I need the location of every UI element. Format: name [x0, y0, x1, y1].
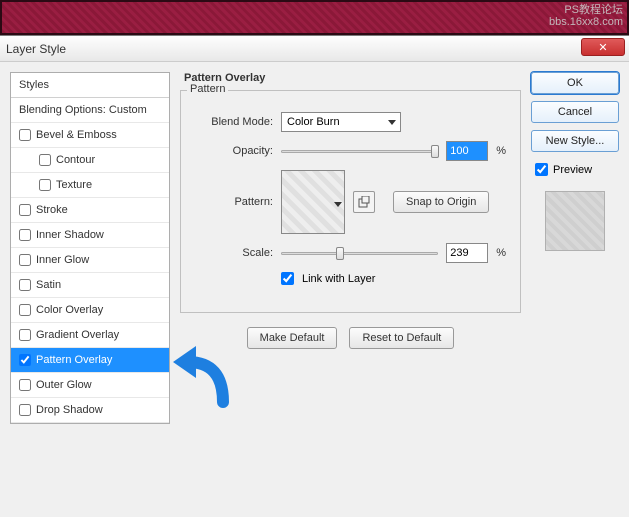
preview-swatch	[545, 191, 605, 251]
style-label: Stroke	[36, 204, 68, 216]
blending-options-row[interactable]: Blending Options: Custom	[11, 98, 169, 123]
style-checkbox[interactable]	[19, 229, 31, 241]
style-checkbox[interactable]	[39, 179, 51, 191]
style-label: Inner Shadow	[36, 229, 104, 241]
blend-mode-value: Color Burn	[287, 116, 340, 128]
layer-style-dialog: Layer Style ✕ Styles Blending Options: C…	[0, 36, 629, 517]
style-label: Satin	[36, 279, 61, 291]
style-row-color-overlay[interactable]: Color Overlay	[11, 298, 169, 323]
style-label: Pattern Overlay	[36, 354, 112, 366]
preview-checkbox[interactable]	[535, 163, 548, 176]
preview-label: Preview	[553, 164, 592, 176]
snap-to-origin-button[interactable]: Snap to Origin	[393, 191, 489, 213]
ok-button[interactable]: OK	[531, 72, 619, 94]
new-preset-button[interactable]	[353, 191, 375, 213]
reset-default-button[interactable]: Reset to Default	[349, 327, 454, 349]
right-panel: OK Cancel New Style... Preview	[531, 72, 619, 424]
link-row: Link with Layer	[281, 272, 506, 285]
style-label: Inner Glow	[36, 254, 89, 266]
style-row-inner-glow[interactable]: Inner Glow	[11, 248, 169, 273]
group-title: Pattern	[187, 83, 228, 95]
style-row-bevel-emboss[interactable]: Bevel & Emboss	[11, 123, 169, 148]
style-row-stroke[interactable]: Stroke	[11, 198, 169, 223]
new-style-button[interactable]: New Style...	[531, 130, 619, 152]
slider-track	[281, 252, 438, 255]
watermark-line1: PS教程论坛	[549, 4, 623, 16]
style-checkbox[interactable]	[19, 129, 31, 141]
opacity-percent: %	[496, 145, 506, 157]
scale-input[interactable]	[446, 243, 488, 263]
settings-panel: Pattern Overlay Pattern Blend Mode: Colo…	[180, 72, 521, 424]
style-row-drop-shadow[interactable]: Drop Shadow	[11, 398, 169, 423]
link-with-layer-checkbox[interactable]	[281, 272, 294, 285]
style-row-pattern-overlay[interactable]: Pattern Overlay	[11, 348, 169, 373]
style-checkbox[interactable]	[19, 304, 31, 316]
chevron-down-icon	[388, 120, 396, 125]
style-row-texture[interactable]: Texture	[11, 173, 169, 198]
style-checkbox[interactable]	[19, 204, 31, 216]
blend-mode-row: Blend Mode: Color Burn	[195, 112, 506, 132]
new-preset-icon	[358, 196, 370, 208]
blend-mode-combo[interactable]: Color Burn	[281, 112, 401, 132]
style-row-contour[interactable]: Contour	[11, 148, 169, 173]
background-banner: PS教程论坛 bbs.16xx8.com	[0, 0, 629, 35]
styles-panel: Styles Blending Options: Custom Bevel & …	[10, 72, 170, 424]
preview-row: Preview	[535, 163, 619, 176]
opacity-label: Opacity:	[195, 145, 273, 157]
style-checkbox[interactable]	[19, 254, 31, 266]
cancel-button[interactable]: Cancel	[531, 101, 619, 123]
style-row-inner-shadow[interactable]: Inner Shadow	[11, 223, 169, 248]
style-checkbox[interactable]	[19, 379, 31, 391]
slider-thumb[interactable]	[336, 247, 344, 260]
link-with-layer-label: Link with Layer	[302, 273, 375, 285]
dialog-body: Styles Blending Options: Custom Bevel & …	[0, 62, 629, 434]
scale-row: Scale: %	[195, 243, 506, 263]
style-checkbox[interactable]	[19, 279, 31, 291]
style-row-outer-glow[interactable]: Outer Glow	[11, 373, 169, 398]
style-label: Outer Glow	[36, 379, 92, 391]
style-checkbox[interactable]	[19, 404, 31, 416]
pattern-row: Pattern: Snap to Origin	[195, 170, 506, 234]
style-label: Bevel & Emboss	[36, 129, 117, 141]
blend-mode-label: Blend Mode:	[195, 116, 273, 128]
style-label: Color Overlay	[36, 304, 103, 316]
style-checkbox[interactable]	[39, 154, 51, 166]
style-row-satin[interactable]: Satin	[11, 273, 169, 298]
close-button[interactable]: ✕	[581, 38, 625, 56]
style-row-gradient-overlay[interactable]: Gradient Overlay	[11, 323, 169, 348]
close-icon: ✕	[598, 41, 607, 54]
watermark-line2: bbs.16xx8.com	[549, 16, 623, 28]
section-title: Pattern Overlay	[180, 72, 521, 84]
styles-header[interactable]: Styles	[11, 73, 169, 98]
pattern-group: Pattern Blend Mode: Color Burn Opacity:	[180, 90, 521, 313]
scale-percent: %	[496, 247, 506, 259]
slider-thumb[interactable]	[431, 145, 439, 158]
style-label: Texture	[56, 179, 92, 191]
opacity-row: Opacity: %	[195, 141, 506, 161]
style-checkbox[interactable]	[19, 329, 31, 341]
scale-label: Scale:	[195, 247, 273, 259]
titlebar: Layer Style ✕	[0, 36, 629, 62]
default-buttons-row: Make Default Reset to Default	[180, 327, 521, 349]
chevron-down-icon	[334, 202, 342, 207]
scale-slider[interactable]	[281, 245, 438, 261]
make-default-button[interactable]: Make Default	[247, 327, 338, 349]
slider-track	[281, 150, 438, 153]
style-label: Contour	[56, 154, 95, 166]
opacity-slider[interactable]	[281, 143, 438, 159]
opacity-input[interactable]	[446, 141, 488, 161]
pattern-label: Pattern:	[195, 196, 273, 208]
style-label: Gradient Overlay	[36, 329, 119, 341]
style-label: Drop Shadow	[36, 404, 103, 416]
dialog-title: Layer Style	[6, 42, 66, 56]
pattern-swatch[interactable]	[281, 170, 345, 234]
watermark: PS教程论坛 bbs.16xx8.com	[549, 4, 623, 28]
style-checkbox[interactable]	[19, 354, 31, 366]
